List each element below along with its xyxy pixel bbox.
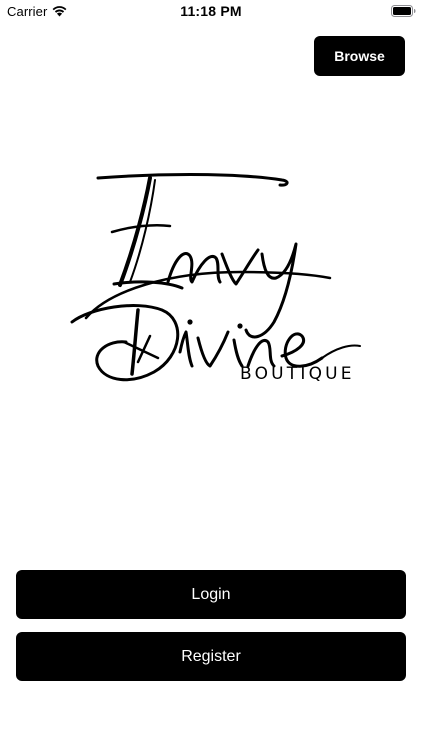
login-button[interactable]: Login [16, 570, 406, 619]
register-button[interactable]: Register [16, 632, 406, 681]
battery-full-icon [391, 5, 416, 17]
browse-button[interactable]: Browse [314, 36, 405, 76]
status-bar: Carrier 11:18 PM [0, 0, 422, 24]
logo-tagline: BOUTIQUE [240, 364, 355, 384]
status-time: 11:18 PM [180, 3, 242, 19]
